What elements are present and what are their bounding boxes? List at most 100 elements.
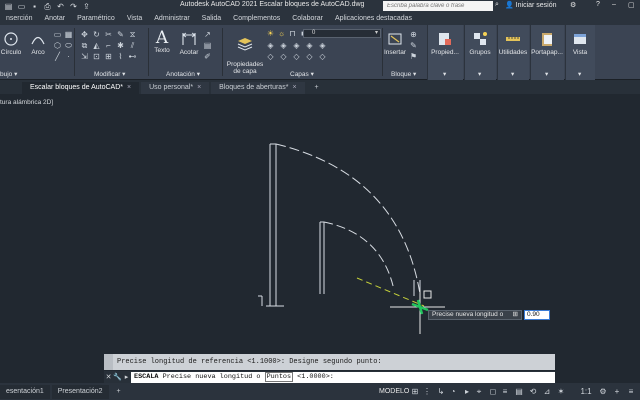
doc-tab-uso-personal[interactable]: Uso personal* × — [141, 82, 210, 94]
recent-commands-icon[interactable]: ▸ — [122, 373, 131, 381]
options-icon[interactable]: ⊞ — [513, 311, 518, 319]
layer-tool-1-icon[interactable]: ◈ — [266, 41, 275, 50]
layer-tool-7-icon[interactable]: ◇ — [279, 52, 288, 61]
group-label-draw[interactable]: bujo ▾ — [0, 70, 17, 78]
help-icon[interactable]: ? — [596, 1, 600, 8]
attribute-icon[interactable]: ⚑ — [409, 52, 418, 61]
layer-tool-3-icon[interactable]: ◈ — [292, 41, 301, 50]
table-icon[interactable]: ▤ — [203, 41, 212, 50]
layer-properties-button[interactable]: Propiedades de capa — [226, 29, 264, 75]
lineweight-icon[interactable]: ≡ — [500, 386, 510, 397]
layout-tab-2[interactable]: Presentación2 — [51, 384, 109, 399]
circle-button[interactable]: Círculo — [0, 31, 22, 56]
doc-tab-bloques[interactable]: Bloques de aberturas* × — [211, 82, 305, 94]
line-icon[interactable]: ╱ — [53, 52, 62, 61]
close-icon[interactable]: × — [197, 84, 201, 91]
doc-tab-escalar[interactable]: Escalar bloques de AutoCAD* × — [22, 82, 140, 94]
add-layout-button[interactable]: + — [111, 385, 127, 399]
app-menu-icon[interactable]: ▤ — [4, 2, 13, 11]
join-icon[interactable]: ⊷ — [128, 52, 137, 61]
fillet-icon[interactable]: ⌐ — [104, 41, 113, 50]
command-line-grip[interactable] — [104, 354, 113, 370]
workspace-gear-icon[interactable]: ⚙ — [598, 386, 608, 397]
groups-button[interactable]: Grupos — [465, 31, 495, 56]
mirror-icon[interactable]: ⧖ — [128, 30, 137, 39]
text-button[interactable]: A Texto — [153, 29, 171, 54]
utilities-button[interactable]: Utilidades — [498, 31, 528, 56]
close-icon[interactable]: × — [127, 84, 131, 91]
dimension-button[interactable]: Acotar — [178, 31, 200, 56]
plus-icon[interactable]: + — [612, 386, 622, 397]
tab-output[interactable]: Salida — [196, 13, 227, 25]
isodraft-icon[interactable]: ▸ — [462, 386, 472, 397]
break-icon[interactable]: ⌇ — [116, 52, 125, 61]
point-icon[interactable]: · — [64, 52, 73, 61]
arc-button[interactable]: Arco — [28, 31, 48, 56]
customize-icon[interactable]: ✕ — [104, 373, 113, 381]
option-points[interactable]: Puntos — [264, 371, 294, 382]
ortho-icon[interactable]: ↳ — [436, 386, 446, 397]
transparency-icon[interactable]: ▤ — [514, 386, 524, 397]
tab-collaborate[interactable]: Colaborar — [286, 13, 329, 25]
save-icon[interactable]: ▪ — [30, 2, 39, 11]
hatch-icon[interactable]: ▦ — [64, 30, 73, 39]
layer-tool-2-icon[interactable]: ◈ — [279, 41, 288, 50]
tab-featured-apps[interactable]: Aplicaciones destacadas — [329, 13, 418, 25]
open-icon[interactable]: ▭ — [17, 2, 26, 11]
erase-icon[interactable]: ✎ — [116, 30, 125, 39]
trim-icon[interactable]: ✂ — [104, 30, 113, 39]
lightbulb-icon[interactable]: ☀ — [266, 29, 275, 38]
annotation-visibility-icon[interactable]: ⊿ — [542, 386, 552, 397]
offset-icon[interactable]: ⫽ — [128, 41, 137, 50]
osnap-icon[interactable]: ⌖ — [474, 386, 484, 397]
create-block-icon[interactable]: ⊕ — [409, 30, 418, 39]
move-icon[interactable]: ✥ — [80, 30, 89, 39]
layer-tool-10-icon[interactable]: ◇ — [318, 52, 327, 61]
edit-block-icon[interactable]: ✎ — [409, 41, 418, 50]
tab-manage[interactable]: Administrar — [148, 13, 195, 25]
share-icon[interactable]: ⇪ — [82, 2, 91, 11]
minimize-icon[interactable]: – — [612, 1, 616, 8]
view-expand[interactable]: ▾ — [578, 70, 581, 78]
view-button[interactable]: Vista — [566, 31, 594, 56]
markup-icon[interactable]: ✐ — [203, 52, 212, 61]
tab-insert[interactable]: nserción — [0, 13, 38, 25]
properties-button[interactable]: Propied... — [428, 31, 462, 56]
drawing-viewport[interactable]: tura alámbrica 2D] Precise nueva longitu… — [0, 94, 640, 354]
search-icon[interactable]: ⌕ — [495, 1, 504, 11]
restore-icon[interactable]: ▢ — [628, 1, 635, 9]
clipboard-button[interactable]: Portapap... — [531, 31, 563, 56]
groups-expand[interactable]: ▾ — [478, 70, 481, 78]
polygon-icon[interactable]: ⬡ — [53, 41, 62, 50]
annotation-scale[interactable]: 1:1 — [578, 386, 594, 397]
copy-icon[interactable]: ⧉ — [80, 41, 89, 50]
ellipse-icon[interactable]: ⬭ — [64, 41, 73, 50]
leader-icon[interactable]: ↗ — [203, 30, 212, 39]
lock-icon[interactable]: ⊓ — [288, 29, 297, 38]
model-space-button[interactable]: MODELO — [376, 385, 412, 398]
layer-tool-4-icon[interactable]: ◈ — [305, 41, 314, 50]
properties-expand[interactable]: ▾ — [443, 70, 446, 78]
search-input[interactable] — [383, 1, 493, 11]
rectangle-icon[interactable]: ▭ — [53, 30, 62, 39]
layer-tool-8-icon[interactable]: ◇ — [292, 52, 301, 61]
tab-parametric[interactable]: Paramétrico — [71, 13, 121, 25]
snap-icon[interactable]: ⋮ — [422, 386, 432, 397]
layout-tab-1[interactable]: esentación1 — [0, 384, 50, 399]
signin-button[interactable]: 👤 Iniciar sesión — [505, 1, 557, 9]
menu-icon[interactable]: ≡ — [626, 386, 636, 397]
grid-icon[interactable]: ⊞ — [410, 386, 420, 397]
redo-icon[interactable]: ↷ — [69, 2, 78, 11]
tab-view[interactable]: Vista — [121, 13, 148, 25]
tab-addins[interactable]: Complementos — [227, 13, 286, 25]
rotate-icon[interactable]: ↻ — [92, 30, 101, 39]
sun-icon[interactable]: ☼ — [277, 29, 286, 38]
tab-annotate[interactable]: Anotar — [38, 13, 71, 25]
explode-icon[interactable]: ✱ — [116, 41, 125, 50]
polar-icon[interactable]: ◔ — [448, 386, 458, 397]
stretch-icon[interactable]: ⇲ — [80, 52, 89, 61]
layer-dropdown[interactable]: 0 ▾ — [303, 29, 381, 38]
wrench-icon[interactable]: 🔧 — [113, 373, 122, 381]
selection-cycling-icon[interactable]: ⟲ — [528, 386, 538, 397]
group-label-block[interactable]: Bloque ▾ — [391, 70, 416, 78]
